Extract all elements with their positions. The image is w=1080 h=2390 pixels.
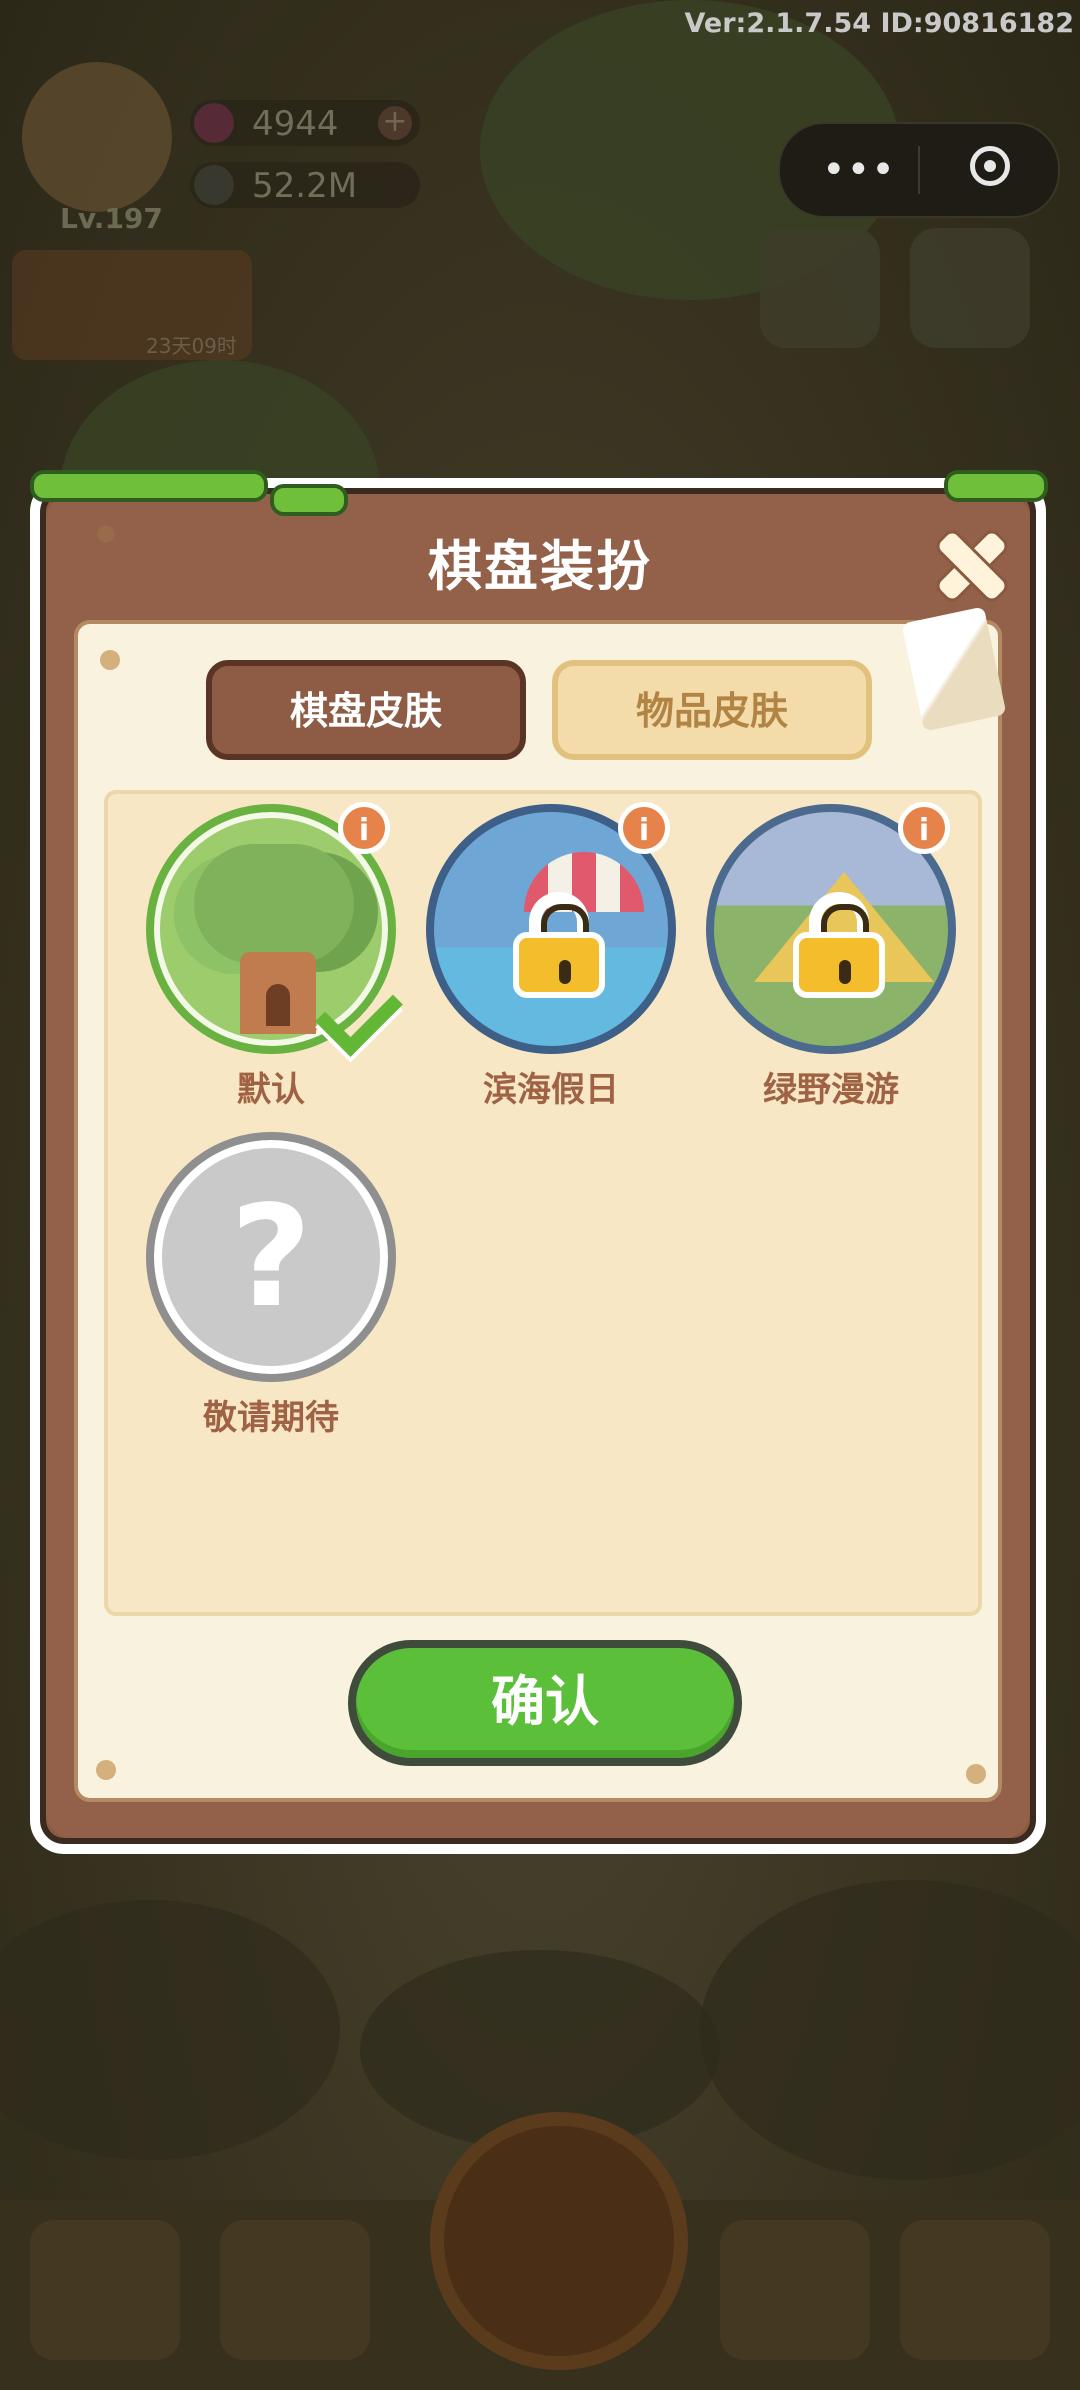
close-x-icon[interactable] bbox=[934, 528, 1004, 598]
event-timer: 23天09时 bbox=[146, 334, 237, 358]
player-avatar[interactable] bbox=[22, 62, 172, 212]
tab-board-skin[interactable]: 棋盘皮肤 bbox=[206, 660, 526, 760]
confirm-button[interactable]: 确认 bbox=[348, 1640, 742, 1766]
skin-label: 绿野漫游 bbox=[763, 1070, 899, 1110]
info-icon[interactable]: i bbox=[898, 802, 950, 854]
gem-icon bbox=[194, 103, 234, 143]
more-dots-icon[interactable]: ••• bbox=[822, 150, 896, 190]
skin-coming-soon: ? 敬请期待 bbox=[146, 1132, 396, 1439]
skin-label: 敬请期待 bbox=[203, 1398, 339, 1438]
skin-label: 默认 bbox=[237, 1070, 305, 1110]
target-icon[interactable] bbox=[970, 146, 1010, 186]
dialog-title: 棋盘装扮 bbox=[428, 535, 652, 598]
mini-program-capsule: ••• bbox=[778, 122, 1060, 218]
gift-button[interactable] bbox=[760, 228, 880, 348]
skin-thumbnail-placeholder: ? bbox=[146, 1132, 396, 1382]
info-icon[interactable]: i bbox=[338, 802, 390, 854]
gem-counter[interactable]: 4944 + bbox=[190, 100, 420, 146]
menu-button[interactable] bbox=[910, 228, 1030, 348]
lock-icon bbox=[789, 892, 889, 998]
coin-icon bbox=[194, 165, 234, 205]
version-label: Ver:2.1.7.54 ID:90816182 bbox=[684, 8, 1075, 39]
info-icon[interactable]: i bbox=[618, 802, 670, 854]
skin-green-field[interactable]: i 绿野漫游 bbox=[706, 802, 956, 1111]
grass-decoration bbox=[30, 470, 268, 502]
acorn-button-bg bbox=[430, 2112, 688, 2370]
skin-default[interactable]: i 默认 bbox=[146, 802, 403, 1111]
gem-count: 4944 bbox=[252, 104, 339, 144]
question-mark-icon: ? bbox=[230, 1176, 312, 1339]
tab-item-skin[interactable]: 物品皮肤 bbox=[552, 660, 872, 760]
skin-beach-holiday[interactable]: i 滨海假日 bbox=[426, 802, 676, 1111]
coin-counter[interactable]: 52.2M bbox=[190, 162, 420, 208]
treehouse-icon bbox=[194, 844, 354, 964]
skin-label: 滨海假日 bbox=[483, 1070, 619, 1110]
add-gems-button[interactable]: + bbox=[378, 106, 412, 140]
lock-icon bbox=[509, 892, 609, 998]
coin-count: 52.2M bbox=[252, 166, 358, 206]
player-level: Lv.197 bbox=[60, 202, 163, 235]
